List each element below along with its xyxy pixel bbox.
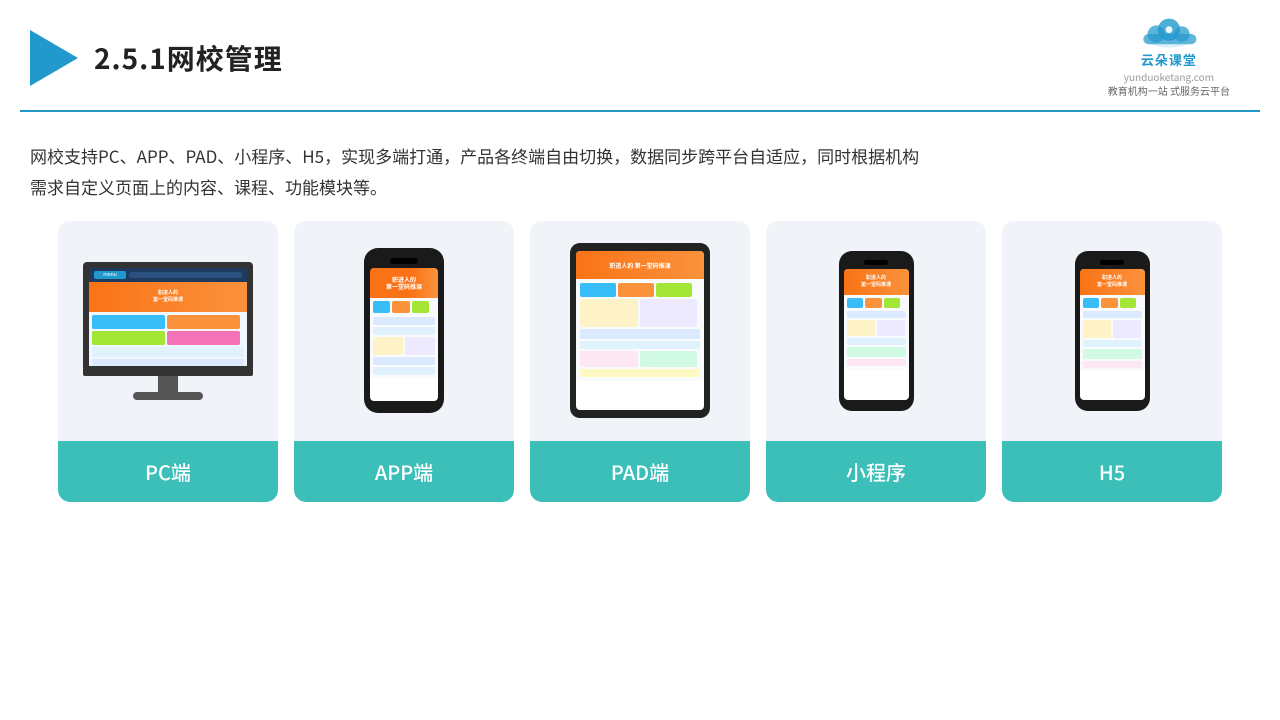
- page-title: 2.5.1网校管理: [94, 38, 283, 78]
- cloud-name: 云朵课堂: [1141, 50, 1197, 69]
- card-app-image: 职进人的第一堂码推课: [294, 221, 514, 441]
- tablet-screen: 职进人的 第一堂码推课: [576, 251, 704, 410]
- card-h5-label: H5: [1002, 441, 1222, 502]
- card-pad-image: 职进人的 第一堂码推课: [530, 221, 750, 441]
- phone-notch: [390, 258, 418, 264]
- h5-phone-device: 职进人的第一堂码推课: [1075, 251, 1150, 411]
- card-h5: 职进人的第一堂码推课 H5: [1002, 221, 1222, 502]
- cloud-icon: [1139, 18, 1199, 50]
- description-text: 网校支持PC、APP、PAD、小程序、H5，实现多端打通，产品各终端自由切换，数…: [30, 140, 1250, 203]
- header: 2.5.1网校管理 云朵课堂 yunduoketang.com 教育机构一站 式…: [20, 0, 1260, 112]
- card-pad: 职进人的 第一堂码推课: [530, 221, 750, 502]
- header-left: 2.5.1网校管理: [20, 30, 283, 86]
- description-line1: 网校支持PC、APP、PAD、小程序、H5，实现多端打通，产品各终端自由切换，数…: [30, 143, 919, 168]
- card-miniapp-image: 职进人的第一堂码推课: [766, 221, 986, 441]
- header-right: 云朵课堂 yunduoketang.com 教育机构一站 式服务云平台: [1108, 18, 1230, 98]
- miniapp-phone-device: 职进人的第一堂码推课: [839, 251, 914, 411]
- card-pad-label: PAD端: [530, 441, 750, 502]
- card-app-label: APP端: [294, 441, 514, 502]
- brand-triangle-icon: [30, 30, 78, 86]
- phone-banner-text: 职进人的第一堂码推课: [386, 276, 422, 292]
- card-h5-image: 职进人的第一堂码推课: [1002, 221, 1222, 441]
- phone-banner: 职进人的第一堂码推课: [370, 268, 438, 298]
- app-phone-device: 职进人的第一堂码推课: [364, 248, 444, 413]
- monitor-screen: menu 职进人的第一堂码推课: [83, 262, 253, 372]
- monitor-base: [133, 392, 203, 400]
- cloud-url: yunduoketang.com: [1124, 69, 1214, 84]
- card-miniapp-label: 小程序: [766, 441, 986, 502]
- monitor-neck: [158, 376, 178, 392]
- phone-screen: 职进人的第一堂码推课: [370, 268, 438, 401]
- cards-container: menu 职进人的第一堂码推课: [30, 221, 1250, 502]
- monitor-device: menu 职进人的第一堂码推课: [83, 262, 253, 400]
- card-pc: menu 职进人的第一堂码推课: [58, 221, 278, 502]
- card-pc-label: PC端: [58, 441, 278, 502]
- cloud-logo: 云朵课堂 yunduoketang.com 教育机构一站 式服务云平台: [1108, 18, 1230, 98]
- cloud-tagline: 教育机构一站 式服务云平台: [1108, 84, 1230, 98]
- card-pc-image: menu 职进人的第一堂码推课: [58, 221, 278, 441]
- description-line2: 需求自定义页面上的内容、课程、功能模块等。: [30, 174, 387, 199]
- pad-device: 职进人的 第一堂码推课: [570, 243, 710, 418]
- card-app: 职进人的第一堂码推课 APP端: [294, 221, 514, 502]
- tablet-top-bar: 职进人的 第一堂码推课: [576, 251, 704, 279]
- card-miniapp: 职进人的第一堂码推课 小程序: [766, 221, 986, 502]
